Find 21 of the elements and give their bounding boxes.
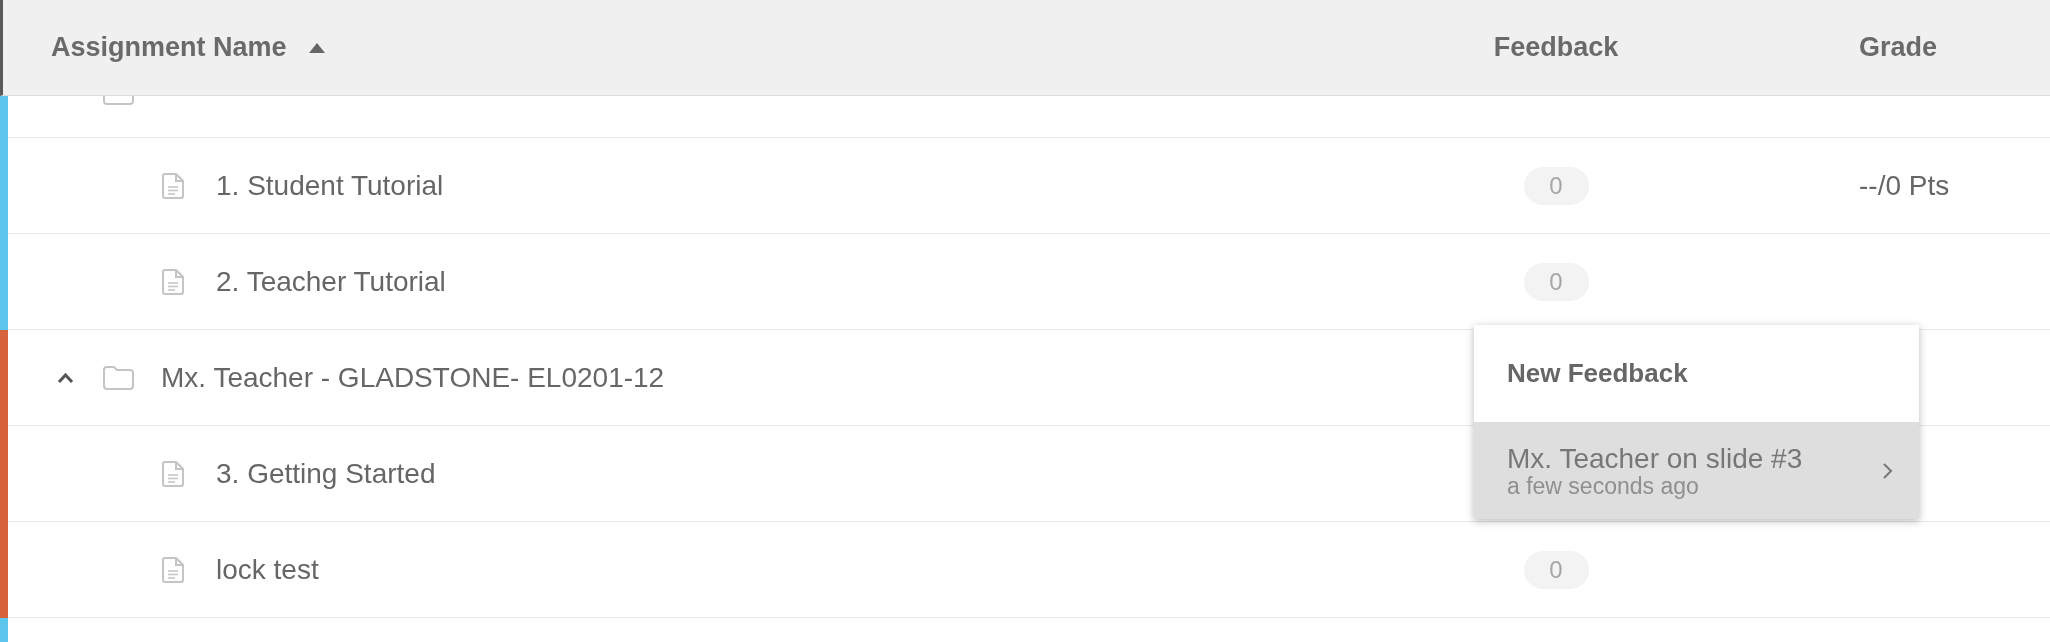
document-icon xyxy=(162,460,184,487)
feedback-entry[interactable]: Mx. Teacher on slide #3 a few seconds ago xyxy=(1474,422,1919,519)
assignment-name[interactable]: 3. Getting Started xyxy=(216,457,436,490)
assignment-name[interactable]: 2. Teacher Tutorial xyxy=(216,265,446,298)
folder-icon xyxy=(103,365,134,390)
chevron-up-icon[interactable] xyxy=(57,372,74,383)
chevron-right-icon xyxy=(1882,461,1893,480)
document-icon xyxy=(162,172,184,199)
assignment-name[interactable]: lock test xyxy=(216,553,319,586)
document-icon xyxy=(162,268,184,295)
document-icon xyxy=(162,556,184,583)
grade-value: --/0 Pts xyxy=(1859,169,1950,201)
feedback-author: Mx. Teacher on slide #3 xyxy=(1507,443,1803,474)
feedback-time: a few seconds ago xyxy=(1507,473,1700,498)
column-header[interactable]: Assignment Name xyxy=(51,32,325,63)
folder-icon xyxy=(103,96,134,105)
assignment-name[interactable]: 1. Student Tutorial xyxy=(216,169,444,202)
column-header[interactable]: Grade xyxy=(1859,32,1938,63)
column-header[interactable]: Feedback xyxy=(1493,32,1619,63)
folder-name[interactable]: Mx. Teacher - GLADSTONE- EL0201-12 xyxy=(161,361,665,394)
new-feedback-item[interactable]: New Feedback xyxy=(1474,325,1919,422)
